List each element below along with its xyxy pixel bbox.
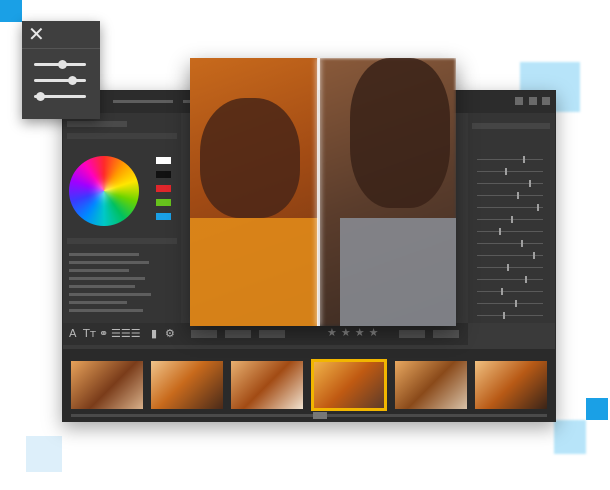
sliders-icon[interactable]: [22, 49, 100, 119]
adjust-slider[interactable]: [477, 264, 543, 271]
photo-subject: [190, 218, 318, 326]
slider-knob[interactable]: [501, 288, 503, 295]
adjust-slider[interactable]: [477, 168, 543, 175]
adjust-slider[interactable]: [477, 228, 543, 235]
menu-placeholder: [113, 100, 173, 103]
property-row: [69, 277, 145, 280]
slider-knob[interactable]: [525, 276, 527, 283]
decor-square: [554, 420, 586, 454]
property-row: [69, 261, 149, 264]
maximize-button[interactable]: [529, 97, 537, 105]
tool-bar: A Tт ⚭ ☰☰☰ ▮ ⚙: [63, 323, 181, 345]
slider-knob[interactable]: [523, 156, 525, 163]
property-row: [69, 253, 139, 256]
slider-knob: [68, 76, 77, 85]
decor-square: [26, 436, 62, 472]
slider-knob[interactable]: [529, 180, 531, 187]
scrollbar-handle[interactable]: [313, 412, 327, 419]
left-panel: [63, 113, 181, 323]
panel-header: [67, 133, 177, 139]
thumbnail[interactable]: [231, 361, 303, 409]
swatch-red[interactable]: [156, 185, 171, 192]
slider-line: [34, 92, 86, 101]
thumbnail[interactable]: [151, 361, 223, 409]
toolbar-button[interactable]: [191, 330, 217, 338]
thumbnail[interactable]: [475, 361, 547, 409]
adjust-slider[interactable]: [477, 300, 543, 307]
text-size-tool-button[interactable]: Tт: [83, 327, 96, 340]
toolbar-button[interactable]: [433, 330, 459, 338]
slider-knob[interactable]: [521, 240, 523, 247]
photo-subject: [350, 58, 450, 208]
adjust-slider[interactable]: [477, 276, 543, 283]
filmstrip: [63, 349, 555, 421]
panel-header: [67, 238, 177, 244]
slider-knob: [58, 60, 67, 69]
adjust-slider[interactable]: [477, 204, 543, 211]
window-close-button[interactable]: [542, 97, 550, 105]
decor-square: [586, 398, 608, 420]
slider-knob[interactable]: [507, 264, 509, 271]
slider-knob[interactable]: [515, 300, 517, 307]
photo-subject: [340, 218, 456, 326]
swatch-blue[interactable]: [156, 213, 171, 220]
close-icon[interactable]: ✕: [28, 23, 45, 45]
property-row: [69, 309, 143, 312]
slider-line: [34, 60, 86, 69]
wheel-center: [97, 184, 111, 198]
photo-toolbar: ★★★★: [181, 323, 468, 345]
thumbnail-selected[interactable]: [311, 359, 387, 411]
property-row: [69, 301, 127, 304]
adjust-slider[interactable]: [477, 192, 543, 199]
text-tool-button[interactable]: A: [69, 327, 77, 340]
slider-knob: [36, 92, 45, 101]
slider-knob[interactable]: [499, 228, 501, 235]
swatch-white[interactable]: [156, 157, 171, 164]
trash-icon[interactable]: ▮: [151, 327, 157, 340]
swatch-green[interactable]: [156, 199, 171, 206]
slider-knob[interactable]: [537, 204, 539, 211]
panel-header: [472, 123, 550, 129]
adjust-slider[interactable]: [477, 252, 543, 259]
toolbar-button[interactable]: [225, 330, 251, 338]
slider-knob[interactable]: [517, 192, 519, 199]
minimize-button[interactable]: [515, 97, 523, 105]
thumbnail[interactable]: [395, 361, 467, 409]
link-icon[interactable]: ⚭: [99, 327, 108, 340]
property-row: [69, 285, 135, 288]
slider-knob[interactable]: [533, 252, 535, 259]
thumbnail[interactable]: [71, 361, 143, 409]
slider-knob[interactable]: [505, 168, 507, 175]
swatch-black[interactable]: [156, 171, 171, 178]
adjust-slider[interactable]: [477, 312, 543, 319]
gear-icon[interactable]: ⚙: [165, 327, 175, 340]
toolbar-button[interactable]: [259, 330, 285, 338]
filmstrip-scrollbar[interactable]: [71, 414, 547, 417]
slider-knob[interactable]: [503, 312, 505, 319]
adjust-slider[interactable]: [477, 240, 543, 247]
rating-stars[interactable]: ★★★★: [327, 326, 382, 339]
adjust-slider[interactable]: [477, 288, 543, 295]
adjust-slider[interactable]: [477, 216, 543, 223]
property-row: [69, 293, 151, 296]
main-photo[interactable]: [190, 58, 456, 326]
adjust-slider[interactable]: [477, 180, 543, 187]
comparison-divider[interactable]: [317, 58, 320, 326]
adjustments-overlay: ✕: [22, 21, 100, 119]
panel-header: [67, 121, 127, 127]
property-row: [69, 269, 129, 272]
adjust-slider[interactable]: [477, 156, 543, 163]
slider-line: [34, 76, 86, 85]
adjustments-panel: [468, 113, 555, 323]
color-wheel[interactable]: [69, 156, 139, 226]
slider-knob[interactable]: [511, 216, 513, 223]
decor-square: [0, 0, 22, 22]
align-icon[interactable]: ☰☰☰: [111, 327, 141, 340]
photo-subject: [200, 98, 300, 218]
toolbar-button[interactable]: [399, 330, 425, 338]
